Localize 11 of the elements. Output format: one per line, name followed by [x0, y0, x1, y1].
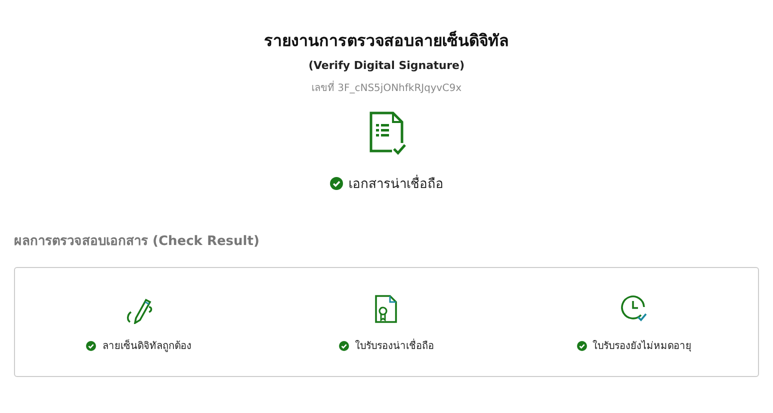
report-subtitle: (Verify Digital Signature) — [308, 59, 465, 72]
report-title: รายงานการตรวจสอบลายเซ็นดิจิทัล — [264, 30, 509, 52]
document-check-icon — [368, 111, 406, 155]
clock-check-icon — [619, 294, 650, 324]
status-text: เอกสารน่าเชื่อถือ — [348, 173, 444, 194]
status-text: ลายเซ็นดิจิทัลถูกต้อง — [102, 338, 192, 353]
certificate-icon — [373, 294, 400, 324]
status-text: ใบรับรองน่าเชื่อถือ — [354, 338, 434, 353]
document-number: เลขที่ 3F_cNS5jONhfkRJqyvC9x — [311, 80, 462, 95]
status-text: ใบรับรองยังไม่หมดอายุ — [592, 339, 692, 353]
section-heading: ผลการตรวจสอบเอกสาร (Check Result) — [14, 233, 260, 251]
